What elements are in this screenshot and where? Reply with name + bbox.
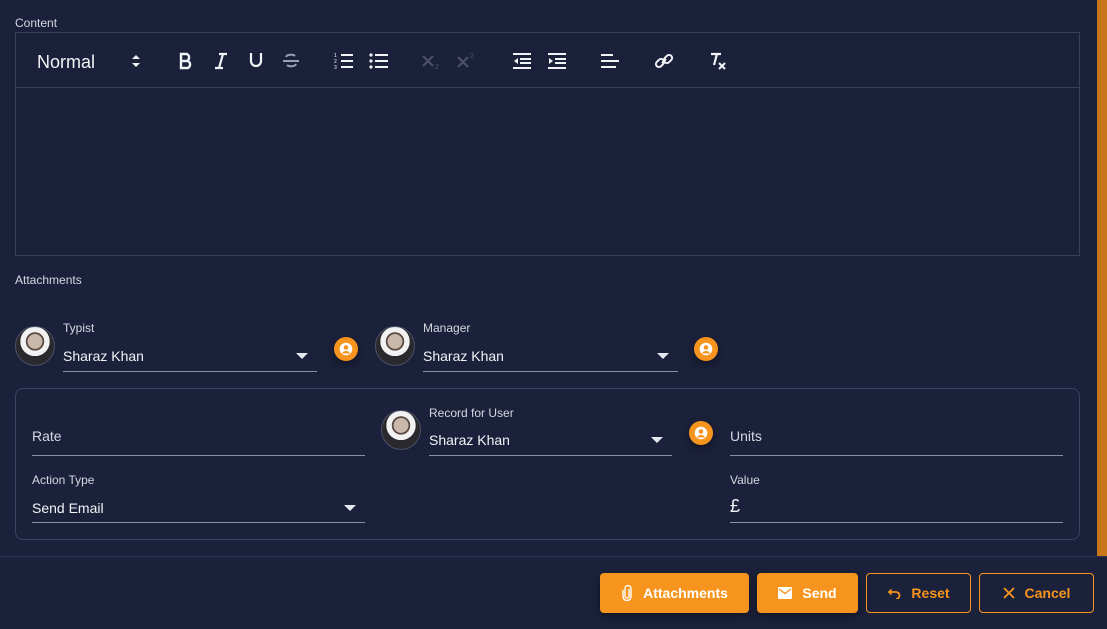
manager-user-button[interactable] [694, 337, 718, 361]
manager-select[interactable]: Sharaz Khan [423, 348, 504, 364]
user-icon [699, 342, 713, 356]
svg-text:2: 2 [470, 53, 474, 60]
action-type-label: Action Type [32, 473, 95, 487]
strikethrough-icon[interactable] [282, 49, 300, 73]
ordered-list-icon[interactable]: 123 [334, 49, 354, 73]
content-label: Content [15, 16, 58, 30]
paperclip-icon [622, 585, 632, 601]
clear-format-icon[interactable] [708, 49, 728, 73]
send-button[interactable]: Send [757, 573, 858, 613]
units-underline [730, 455, 1063, 456]
attachments-button-label: Attachments [643, 585, 728, 601]
action-type-dropdown-icon[interactable] [344, 505, 356, 511]
superscript-icon[interactable]: 2 [457, 49, 477, 73]
rate-input[interactable]: Rate [32, 428, 62, 444]
link-icon[interactable] [654, 49, 674, 73]
align-left-icon[interactable] [600, 49, 620, 73]
bullet-list-icon[interactable] [369, 49, 389, 73]
italic-icon[interactable] [212, 49, 230, 73]
manager-label: Manager [423, 321, 471, 335]
underline-icon[interactable] [247, 49, 265, 73]
format-select-arrows-icon[interactable] [129, 49, 143, 73]
reset-button[interactable]: Reset [866, 573, 971, 613]
action-type-select[interactable]: Send Email [32, 500, 104, 516]
reset-button-label: Reset [911, 585, 950, 601]
envelope-icon [778, 587, 793, 599]
side-accent-bar [1097, 0, 1107, 556]
svg-text:3: 3 [334, 65, 337, 70]
bold-icon[interactable] [177, 49, 195, 73]
record-for-user-label: Record for User [429, 406, 514, 420]
format-select[interactable]: Normal [37, 50, 95, 74]
typist-dropdown-icon[interactable] [296, 353, 308, 359]
record-for-user-underline [429, 455, 672, 456]
record-for-user-select[interactable]: Sharaz Khan [429, 432, 510, 448]
attachments-button[interactable]: Attachments [600, 573, 749, 613]
value-input[interactable] [750, 496, 1063, 520]
editor-toolbar: Normal 123 2 2 [16, 33, 1079, 88]
value-label: Value [730, 473, 760, 487]
record-for-user-avatar [381, 410, 421, 450]
typist-avatar [15, 326, 55, 366]
svg-text:2: 2 [435, 64, 439, 70]
cancel-button-label: Cancel [1024, 585, 1071, 601]
manager-dropdown-icon[interactable] [657, 353, 669, 359]
units-input[interactable]: Units [730, 428, 762, 444]
value-underline [730, 522, 1063, 523]
rich-text-editor: Normal 123 2 2 [15, 32, 1080, 256]
send-button-label: Send [802, 585, 837, 601]
subscript-icon[interactable]: 2 [422, 49, 442, 73]
close-icon [1002, 587, 1015, 599]
cancel-button[interactable]: Cancel [979, 573, 1094, 613]
record-for-user-button[interactable] [689, 421, 713, 445]
rate-underline [32, 455, 365, 456]
value-currency-prefix: £ [730, 496, 741, 516]
typist-underline [63, 371, 317, 372]
action-type-underline [32, 522, 365, 523]
manager-avatar [375, 326, 415, 366]
outdent-icon[interactable] [512, 49, 532, 73]
typist-select[interactable]: Sharaz Khan [63, 348, 144, 364]
typist-label: Typist [63, 321, 95, 335]
attachments-label: Attachments [15, 273, 82, 287]
typist-user-button[interactable] [334, 337, 358, 361]
manager-underline [423, 371, 678, 372]
editor-content-area[interactable] [16, 88, 1079, 255]
record-for-user-dropdown-icon[interactable] [651, 437, 663, 443]
footer-divider [0, 556, 1107, 557]
user-icon [694, 426, 708, 440]
indent-icon[interactable] [547, 49, 567, 73]
undo-icon [887, 588, 901, 599]
user-icon [339, 342, 353, 356]
